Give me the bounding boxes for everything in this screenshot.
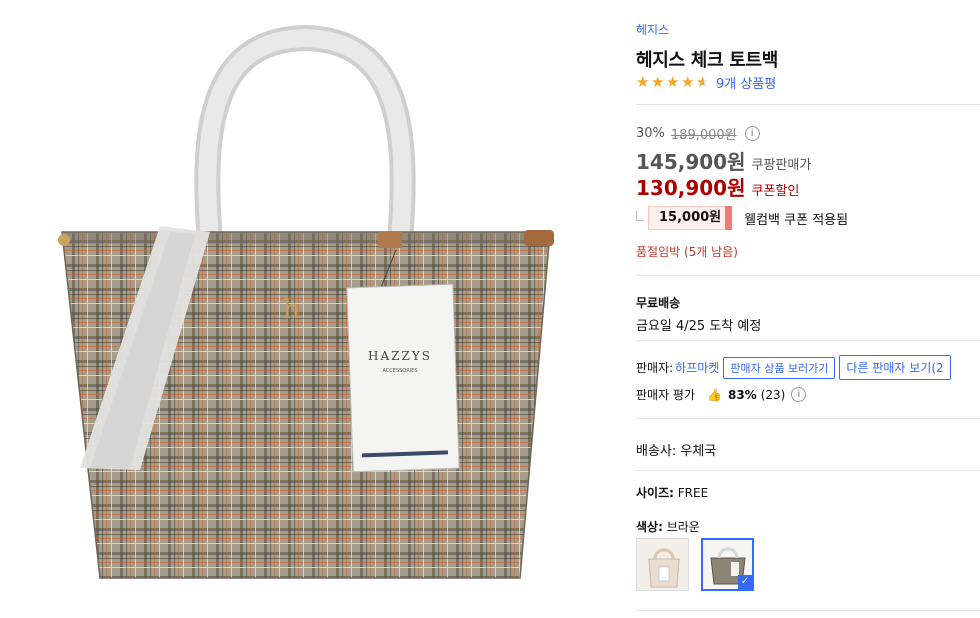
product-image-panel[interactable]: h HAZZYS ACCESSORIES (0, 0, 610, 618)
half-star-icon: ★ (696, 75, 711, 91)
coupon-label: 쿠폰할인 (751, 184, 800, 199)
star-icon: ★ (651, 73, 665, 91)
color-swatches: ✓ (636, 538, 754, 591)
star-icon: ★ (666, 73, 680, 91)
rating-stars: ★ ★ ★ ★ ★ (636, 73, 711, 91)
welcome-coupon-text: 웰컴백 쿠폰 적용됨 (744, 212, 849, 228)
other-sellers-button[interactable]: 다른 판매자 보기(2 (839, 355, 951, 380)
coupon-price: 130,900원 (636, 176, 746, 200)
star-icon: ★ (681, 73, 695, 91)
divider (636, 470, 980, 471)
info-icon[interactable]: i (791, 387, 807, 402)
seller-rating-count: (23) (760, 387, 786, 402)
coupon-price-row: 130,900원 쿠폰할인 (636, 172, 799, 201)
bag-logo: h (283, 295, 300, 325)
color-label: 색상: (636, 520, 663, 534)
low-stock-notice: 품절임박 (5개 남음) (636, 245, 738, 259)
seller-row: 판매자: 하프마켓 판매자 상품 보러가기 다른 판매자 보기(2 (636, 355, 951, 380)
divider (636, 610, 980, 611)
tag-sub: ACCESSORIES (382, 368, 417, 374)
divider (636, 418, 980, 419)
color-option: 색상: 브라운 (636, 518, 700, 535)
size-value: FREE (677, 486, 709, 500)
size-label: 사이즈: (636, 486, 674, 500)
corner-line (636, 211, 644, 221)
reviews-link[interactable]: 9개 상품평 (716, 73, 776, 92)
star-icon: ★ (636, 73, 650, 91)
welcome-coupon-tag: 15,000원 (648, 206, 733, 230)
swatch-option-2-selected[interactable]: ✓ (701, 538, 754, 591)
free-shipping-label: 무료배송 (636, 296, 681, 310)
seller-label: 판매자: (636, 361, 674, 375)
color-value: 브라운 (666, 520, 700, 534)
courier-info: 배송사: 우체국 (636, 444, 717, 459)
original-price: 189,000원 (670, 128, 737, 143)
discount-rate: 30% (636, 126, 665, 141)
sale-price-label: 쿠팡판매가 (751, 158, 812, 173)
seller-rating-row: 판매자 평가 👍 83% (23) i (636, 386, 807, 403)
size-option: 사이즈: FREE (636, 484, 708, 501)
view-seller-products-button[interactable]: 판매자 상품 보러가기 (723, 356, 836, 379)
seller-rating-label: 판매자 평가 (636, 388, 696, 402)
divider (636, 340, 980, 341)
sale-price-row: 145,900원 쿠팡판매가 (636, 146, 811, 175)
seller-rating-percent: 83% (727, 387, 757, 402)
swatch-image (637, 539, 688, 590)
seller-name-link[interactable]: 하프마켓 (675, 359, 719, 376)
tag-brand: HAZZYS (368, 349, 432, 363)
discount-row: 30% 189,000원 i (636, 124, 760, 143)
brand-link[interactable]: 헤지스 (636, 21, 669, 38)
rating-row: ★ ★ ★ ★ ★ 9개 상품평 (636, 73, 776, 93)
thumbs-up-icon: 👍 (707, 387, 722, 402)
check-icon: ✓ (738, 575, 752, 589)
info-icon[interactable]: i (744, 126, 760, 141)
product-image: h HAZZYS ACCESSORIES (58, 24, 554, 579)
sale-price: 145,900원 (636, 150, 746, 174)
divider (636, 275, 980, 276)
swatch-option-1[interactable] (636, 538, 689, 591)
product-title: 헤지스 체크 토트백 (636, 50, 779, 71)
divider (636, 104, 980, 105)
welcome-coupon-row: 15,000원 웰컴백 쿠폰 적용됨 (636, 206, 848, 230)
delivery-date: 금요일 4/25 도착 예정 (636, 319, 762, 334)
product-details: 헤지스 헤지스 체크 토트백 ★ ★ ★ ★ ★ 9개 상품평 30% 189,… (636, 0, 980, 618)
